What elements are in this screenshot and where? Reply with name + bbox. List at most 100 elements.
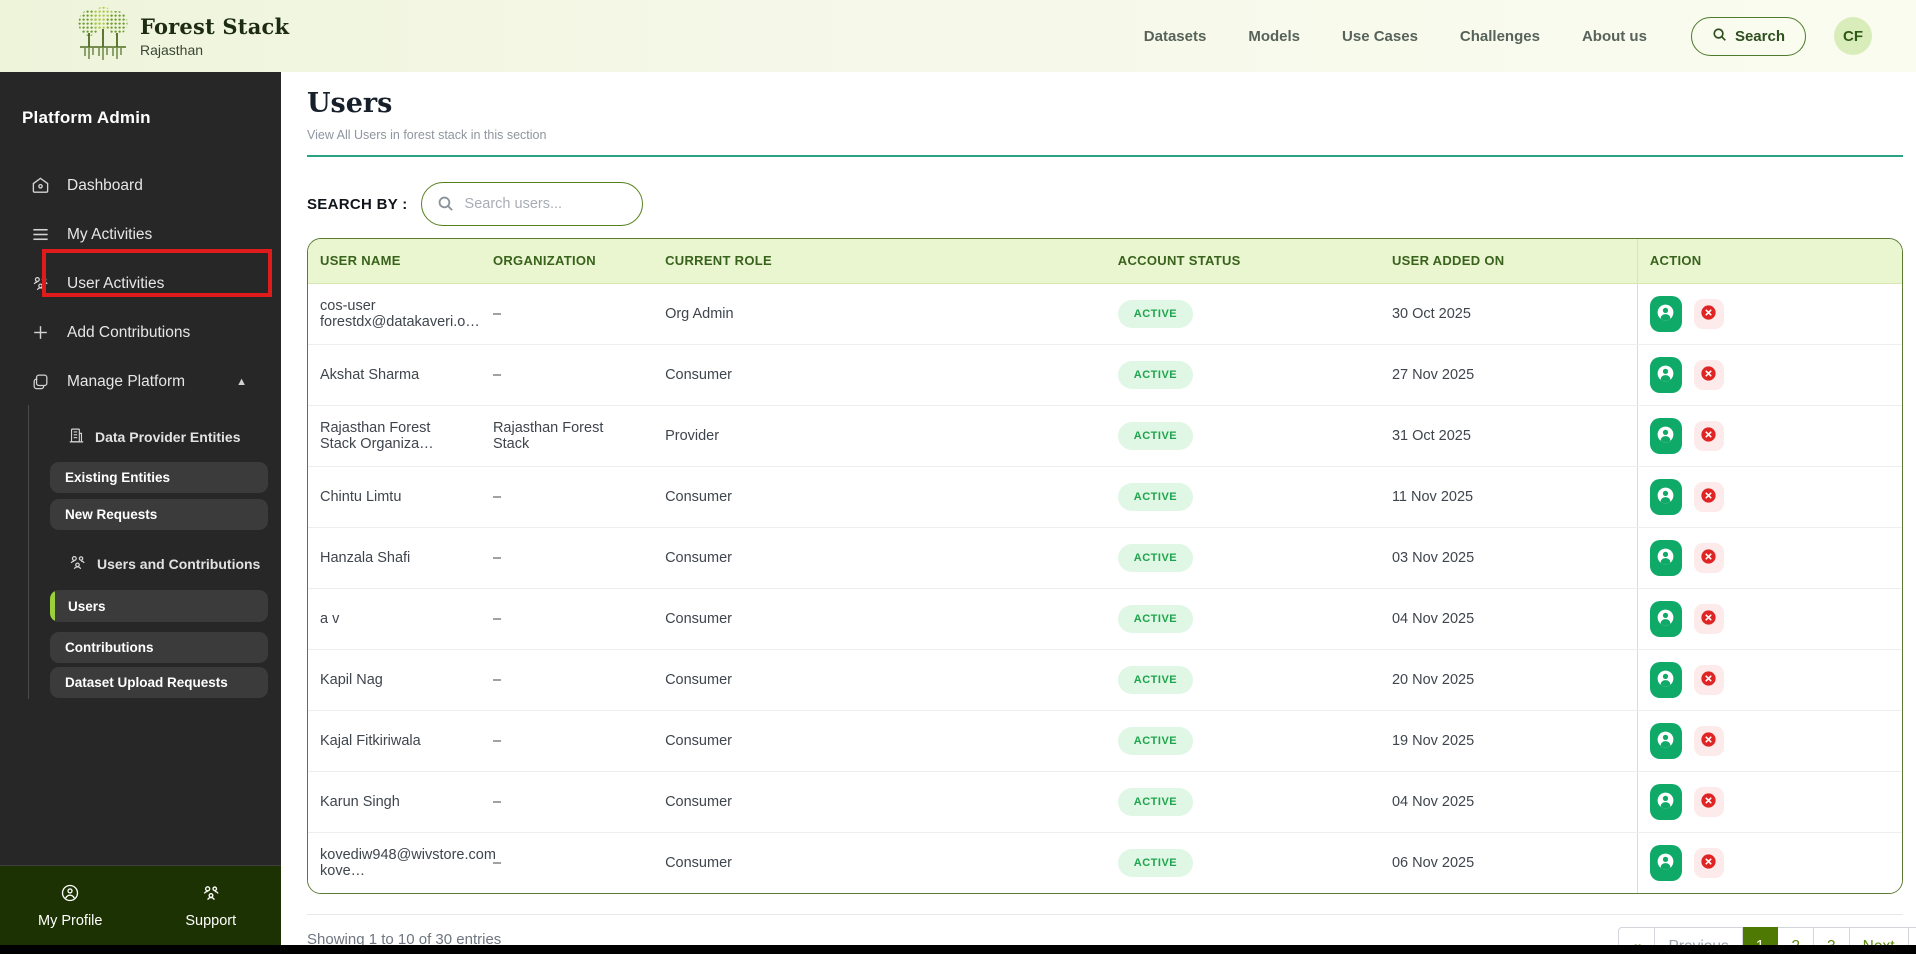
cell-action — [1636, 527, 1902, 589]
x-circle-icon — [1699, 425, 1718, 447]
cell-user-added-on: 30 Oct 2025 — [1379, 283, 1638, 345]
sidebar-item-user-activities[interactable]: User Activities — [0, 259, 281, 308]
table-row: Karun Singh – Consumer ACTIVE 04 Nov 2025 — [308, 771, 1902, 833]
submenu-item-label: Contributions — [65, 640, 154, 655]
sidebar-footer-my-profile[interactable]: My Profile — [0, 866, 141, 945]
person-badge-icon — [1655, 302, 1676, 326]
submenu-item-contributions[interactable]: Contributions — [50, 632, 268, 663]
table-header-row: USER NAME ORGANIZATION CURRENT ROLE ACCO… — [308, 239, 1902, 284]
sidebar-item-dashboard[interactable]: Dashboard — [0, 161, 281, 210]
person-badge-icon — [1655, 851, 1676, 875]
x-circle-icon — [1699, 852, 1718, 874]
person-badge-icon — [1655, 485, 1676, 509]
deactivate-user-button[interactable] — [1693, 359, 1724, 390]
nav-link-challenges[interactable]: Challenges — [1460, 28, 1540, 45]
nav-link-about-us[interactable]: About us — [1582, 28, 1647, 45]
cell-organization: – — [480, 588, 654, 650]
manage-user-button[interactable] — [1649, 783, 1682, 820]
manage-user-button[interactable] — [1649, 722, 1682, 759]
deactivate-user-button[interactable] — [1693, 725, 1724, 756]
deactivate-user-button[interactable] — [1693, 786, 1724, 817]
cell-user-added-on: 04 Nov 2025 — [1379, 771, 1638, 833]
table-row: Hanzala Shafi – Consumer ACTIVE 03 Nov 2025 — [308, 527, 1902, 589]
submenu-item-label: Existing Entities — [65, 470, 171, 485]
x-circle-icon — [1699, 486, 1718, 508]
table-row: Rajasthan Forest Stack Organiza… Rajastha… — [308, 405, 1902, 467]
x-circle-icon — [1699, 669, 1718, 691]
table-row: cos-user forestdx@datakaveri.o… – Org Admi… — [308, 283, 1902, 345]
submenu-item-existing-entities[interactable]: Existing Entities — [50, 462, 268, 493]
cell-user-added-on: 03 Nov 2025 — [1379, 527, 1638, 589]
cell-account-status: ACTIVE — [1105, 710, 1380, 772]
chevron-up-icon: ▲ — [236, 375, 247, 388]
submenu-header-label: Data Provider Entities — [95, 429, 241, 445]
brand-name: Forest Stack — [140, 14, 290, 39]
submenu-header-data-provider-entities[interactable]: Data Provider Entities — [68, 427, 241, 447]
users-icon — [201, 883, 221, 907]
submenu-item-dataset-upload-requests[interactable]: Dataset Upload Requests — [50, 667, 268, 698]
cell-organization: – — [480, 649, 654, 711]
table-row: kovediw948@wivstore.com kove… – Consumer AC… — [308, 832, 1902, 893]
cell-current-role: Consumer — [653, 527, 1106, 589]
header-search-button[interactable]: Search — [1690, 16, 1806, 56]
sidebar-footer-support[interactable]: Support — [141, 866, 282, 945]
cell-current-role: Consumer — [653, 588, 1106, 650]
submenu-item-label: Dataset Upload Requests — [65, 675, 228, 690]
deactivate-user-button[interactable] — [1693, 847, 1724, 878]
submenu-item-users[interactable]: Users — [50, 590, 268, 622]
sidebar-title: Platform Admin — [22, 108, 151, 127]
col-organization: ORGANIZATION — [480, 239, 654, 284]
plus-icon — [30, 323, 50, 343]
cell-organization: – — [480, 466, 654, 528]
submenu-header-users-and-contributions[interactable]: Users and Contributions — [68, 553, 260, 575]
cell-action — [1636, 710, 1902, 772]
sidebar-item-add-contributions[interactable]: Add Contributions — [0, 308, 281, 357]
search-icon — [437, 195, 454, 217]
cell-organization: – — [480, 283, 654, 345]
nav-link-use-cases[interactable]: Use Cases — [1342, 28, 1418, 45]
manage-user-button[interactable] — [1649, 295, 1682, 332]
manage-user-button[interactable] — [1649, 478, 1682, 515]
status-badge: ACTIVE — [1117, 787, 1194, 816]
box-icon — [30, 372, 50, 392]
users-table-body: cos-user forestdx@datakaveri.o… – Org Admi… — [308, 283, 1902, 893]
search-by-label: SEARCH BY : — [307, 195, 408, 213]
deactivate-user-button[interactable] — [1693, 420, 1724, 451]
deactivate-user-button[interactable] — [1693, 603, 1724, 634]
sidebar-item-manage-platform[interactable]: Manage Platform ▲ — [0, 357, 281, 406]
nav-link-datasets[interactable]: Datasets — [1144, 28, 1207, 45]
cell-account-status: ACTIVE — [1105, 344, 1380, 406]
manage-user-button[interactable] — [1649, 600, 1682, 637]
deactivate-user-button[interactable] — [1693, 664, 1724, 695]
brand-logo[interactable]: Forest Stack Rajasthan — [78, 6, 289, 67]
col-account-status: ACCOUNT STATUS — [1105, 239, 1380, 284]
manage-user-button[interactable] — [1649, 356, 1682, 393]
col-current-role: CURRENT ROLE — [653, 239, 1106, 284]
search-users-input[interactable] — [420, 182, 643, 226]
cell-current-role: Consumer — [653, 344, 1106, 406]
submenu-item-new-requests[interactable]: New Requests — [50, 499, 268, 530]
status-badge: ACTIVE — [1117, 421, 1194, 450]
manage-user-button[interactable] — [1649, 539, 1682, 576]
cell-user-added-on: 20 Nov 2025 — [1379, 649, 1638, 711]
header-search-label: Search — [1734, 27, 1785, 45]
cell-action — [1636, 588, 1902, 650]
cell-user-name: Akshat Sharma — [308, 344, 481, 406]
deactivate-user-button[interactable] — [1693, 542, 1724, 573]
col-user-name: USER NAME — [308, 239, 481, 284]
page-title: Users — [307, 88, 393, 119]
col-user-added-on: USER ADDED ON — [1379, 239, 1638, 284]
deactivate-user-button[interactable] — [1693, 298, 1724, 329]
sidebar-item-my-activities[interactable]: My Activities — [0, 210, 281, 259]
manage-user-button[interactable] — [1649, 417, 1682, 454]
cell-user-added-on: 04 Nov 2025 — [1379, 588, 1638, 650]
manage-user-button[interactable] — [1649, 661, 1682, 698]
manage-user-button[interactable] — [1649, 844, 1682, 881]
deactivate-user-button[interactable] — [1693, 481, 1724, 512]
user-avatar[interactable]: CF — [1834, 17, 1872, 55]
sidebar-item-label: User Activities — [67, 274, 165, 292]
cell-organization: – — [480, 771, 654, 833]
nav-link-models[interactable]: Models — [1248, 28, 1300, 45]
x-circle-icon — [1699, 364, 1718, 386]
person-badge-icon — [1655, 668, 1676, 692]
